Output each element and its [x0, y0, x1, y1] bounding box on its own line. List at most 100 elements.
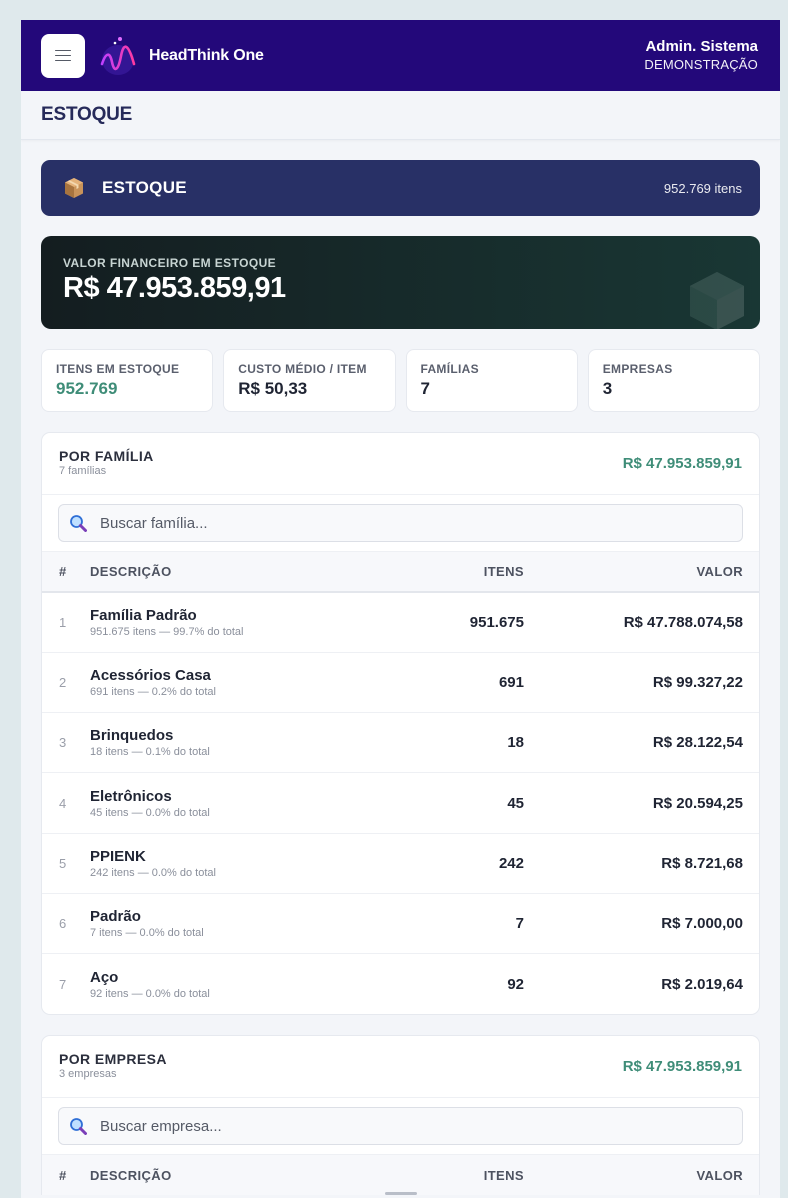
family-search-input[interactable]: [100, 514, 732, 532]
row-share: 45 itens — 0.0% do total: [90, 806, 210, 819]
table-row[interactable]: 3 Brinquedos 18 itens — 0.1% do total 18 …: [42, 713, 759, 773]
financial-value-amount: R$ 47.953.859,91: [63, 272, 286, 304]
company-search-wrap: [42, 1098, 759, 1156]
hamburger-icon: [55, 49, 71, 62]
row-share: 18 itens — 0.1% do total: [90, 746, 210, 759]
page-title: ESTOQUE: [41, 104, 133, 125]
user-info[interactable]: Admin. Sistema DEMONSTRAÇÃO: [644, 38, 758, 73]
table-row[interactable]: 2 Acessórios Casa 691 itens — 0.2% do tot…: [42, 652, 759, 713]
brand-name: HeadThink One: [149, 46, 264, 64]
row-share: 92 itens — 0.0% do total: [90, 987, 210, 1000]
kpi-value: 7: [420, 379, 430, 398]
row-items: 951.675: [469, 613, 524, 631]
main-content: ESTOQUE 952.769 itens VALOR FINANCEIRO E…: [21, 140, 780, 1196]
column-items[interactable]: ITENS: [404, 1155, 524, 1196]
table-row[interactable]: 7 Aço 92 itens — 0.0% do total 92 R$ 2.01…: [42, 954, 759, 1014]
row-number: 7: [59, 976, 67, 992]
cube-icon: [690, 272, 744, 329]
row-share: 951.675 itens — 99.7% do total: [90, 625, 244, 638]
kpi-families: FAMÍLIAS 7: [405, 349, 578, 412]
kpi-label: EMPRESAS: [602, 362, 673, 376]
row-number: 3: [59, 735, 67, 751]
row-name: Aço: [90, 968, 119, 986]
page-header: ESTOQUE: [21, 91, 780, 140]
column-number[interactable]: #: [42, 552, 90, 593]
kpi-label: FAMÍLIAS: [420, 362, 479, 376]
column-description[interactable]: DESCRIÇÃO: [90, 552, 404, 593]
family-panel: POR FAMÍLIA 7 famílias R$ 47.953.859,91: [41, 432, 760, 1016]
user-organization: DEMONSTRAÇÃO: [644, 56, 758, 72]
row-value: R$ 28.122,54: [652, 734, 743, 752]
column-description[interactable]: DESCRIÇÃO: [90, 1155, 404, 1196]
row-value: R$ 20.594,25: [652, 794, 743, 812]
company-table-header: # DESCRIÇÃO ITENS VALOR: [42, 1155, 759, 1196]
kpi-companies: EMPRESAS 3: [587, 349, 760, 412]
company-panel-total: R$ 47.953.859,91: [622, 1058, 742, 1076]
row-share: 242 itens — 0.0% do total: [90, 866, 216, 879]
kpi-value: R$ 50,33: [238, 379, 308, 398]
family-table-header: # DESCRIÇÃO ITENS VALOR: [42, 552, 759, 593]
row-items: 18: [507, 734, 524, 752]
kpi-label: ITENS EM ESTOQUE: [56, 362, 180, 376]
row-items: 45: [507, 794, 524, 812]
column-number[interactable]: #: [42, 1155, 90, 1196]
row-number: 2: [59, 674, 67, 690]
row-name: Padrão: [90, 908, 141, 926]
financial-value-card: VALOR FINANCEIRO EM ESTOQUE R$ 47.953.85…: [41, 236, 760, 329]
row-value: R$ 99.327,22: [652, 673, 743, 691]
company-panel: POR EMPRESA 3 empresas R$ 47.953.859,91: [41, 1035, 760, 1196]
family-search-box[interactable]: [58, 504, 743, 542]
user-name: Admin. Sistema: [645, 38, 758, 55]
family-panel-header: POR FAMÍLIA 7 famílias R$ 47.953.859,91: [42, 433, 759, 495]
table-row[interactable]: 5 PPIENK 242 itens — 0.0% do total 242 R$…: [42, 833, 759, 894]
column-value[interactable]: VALOR: [524, 552, 759, 593]
row-number: 6: [59, 916, 67, 932]
row-items: 691: [498, 673, 524, 691]
row-name: Eletrônicos: [90, 787, 172, 805]
company-panel-header: POR EMPRESA 3 empresas R$ 47.953.859,91: [42, 1036, 759, 1099]
row-number: 5: [59, 855, 67, 871]
row-items: 92: [507, 975, 524, 993]
table-row[interactable]: 6 Padrão 7 itens — 0.0% do total 7 R$ 7.0…: [42, 893, 759, 954]
family-search-wrap: [42, 495, 759, 552]
company-panel-title: POR EMPRESA: [59, 1050, 167, 1067]
kpi-label: CUSTO MÉDIO / ITEM: [238, 362, 367, 376]
company-search-box[interactable]: [58, 1107, 743, 1146]
row-number: 4: [59, 795, 67, 811]
row-items: 7: [515, 915, 524, 933]
row-name: Família Padrão: [90, 606, 197, 624]
menu-button[interactable]: [41, 33, 85, 78]
kpi-row: ITENS EM ESTOQUE 952.769 CUSTO MÉDIO / I…: [41, 349, 760, 412]
table-row[interactable]: 1 Família Padrão 951.675 itens — 99.7% do…: [42, 592, 759, 653]
kpi-value: 952.769: [56, 379, 118, 398]
app-window: HeadThink One Admin. Sistema DEMONSTRAÇÃ…: [21, 20, 780, 1198]
row-value: R$ 47.788.074,58: [623, 613, 743, 631]
family-panel-total: R$ 47.953.859,91: [622, 455, 742, 472]
row-name: Acessórios Casa: [90, 666, 211, 684]
table-row[interactable]: 4 Eletrônicos 45 itens — 0.0% do total 45…: [42, 773, 759, 834]
row-items: 242: [498, 854, 524, 872]
financial-value-label: VALOR FINANCEIRO EM ESTOQUE: [63, 256, 277, 270]
kpi-average-cost: CUSTO MÉDIO / ITEM R$ 50,33: [223, 349, 396, 412]
banner-title: ESTOQUE: [102, 178, 187, 197]
row-number: 1: [59, 614, 67, 630]
column-value[interactable]: VALOR: [524, 1155, 759, 1196]
company-search-input[interactable]: [100, 1117, 732, 1135]
row-value: R$ 2.019,64: [661, 975, 743, 993]
scroll-handle[interactable]: [385, 1192, 417, 1195]
company-panel-subtitle: 3 empresas: [59, 1068, 117, 1081]
company-table: # DESCRIÇÃO ITENS VALOR: [42, 1155, 759, 1196]
row-name: Brinquedos: [90, 727, 174, 745]
row-share: 7 itens — 0.0% do total: [90, 927, 204, 940]
kpi-items-in-stock: ITENS EM ESTOQUE 952.769: [41, 349, 214, 412]
row-name: PPIENK: [90, 847, 146, 865]
stock-banner: ESTOQUE 952.769 itens: [41, 160, 760, 216]
row-share: 691 itens — 0.2% do total: [90, 685, 216, 698]
column-items[interactable]: ITENS: [404, 552, 524, 593]
family-panel-title: POR FAMÍLIA: [59, 447, 154, 464]
magnifier-icon: [70, 1118, 87, 1136]
banner-item-count: 952.769 itens: [663, 180, 742, 196]
package-box-icon: [65, 178, 83, 198]
kpi-value: 3: [602, 379, 613, 398]
magnifier-icon: [70, 515, 87, 532]
